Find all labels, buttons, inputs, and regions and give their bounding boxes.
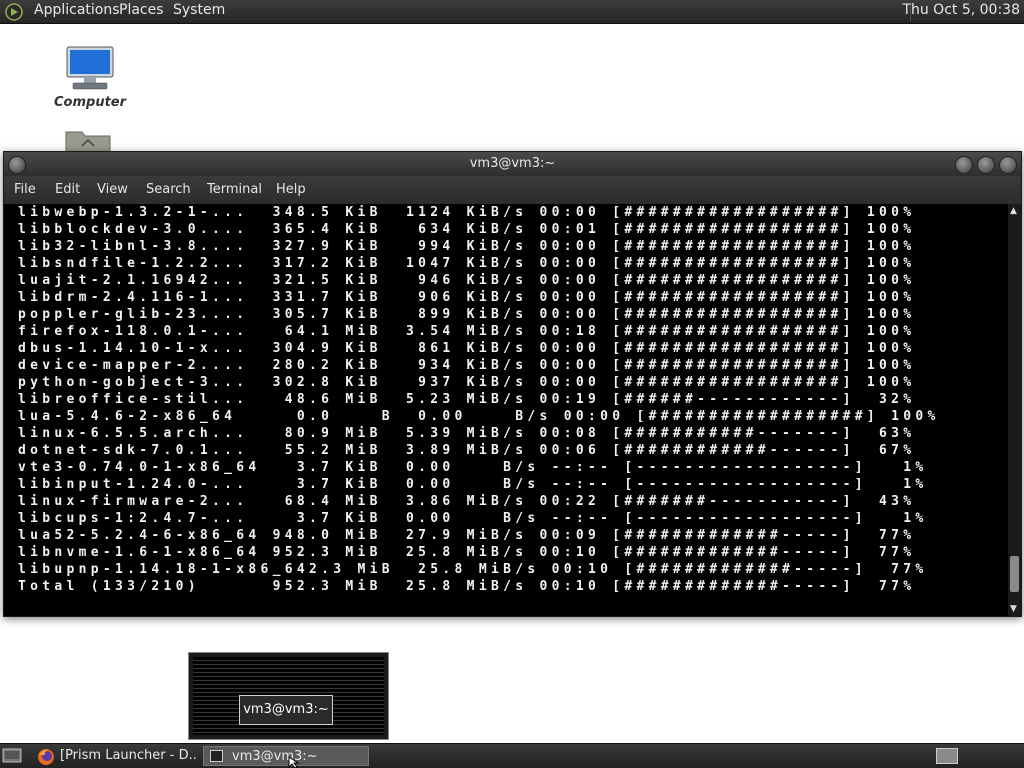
scroll-thumb[interactable] bbox=[1010, 556, 1019, 592]
taskbar-item-label: vm3@vm3:~ bbox=[232, 749, 318, 764]
scroll-up-icon[interactable]: ▲ bbox=[1010, 206, 1017, 216]
terminal-line: firefox-118.0.1-... 64.1 MiB 3.54 MiB/s … bbox=[18, 324, 916, 339]
terminal-line: libcups-1:2.4.7-... 3.7 KiB 0.00 B/s --:… bbox=[18, 511, 928, 526]
menu-terminal[interactable]: Terminal bbox=[207, 182, 262, 197]
terminal-line: luajit-2.1.16942... 321.5 KiB 946 KiB/s … bbox=[18, 273, 916, 288]
terminal-line: python-gobject-3... 302.8 KiB 937 KiB/s … bbox=[18, 375, 916, 390]
computer-icon bbox=[66, 46, 114, 90]
menu-view[interactable]: View bbox=[97, 182, 128, 197]
minimize-icon[interactable] bbox=[955, 156, 973, 174]
firefox-icon[interactable] bbox=[36, 747, 56, 766]
window-titlebar[interactable]: vm3@vm3:~ bbox=[4, 152, 1021, 176]
show-desktop-icon[interactable] bbox=[2, 747, 22, 764]
window-preview-popup[interactable]: vm3@vm3:~ bbox=[188, 652, 389, 740]
terminal-line: libupnp-1.14.18-1-x86_642.3 MiB 25.8 MiB… bbox=[18, 562, 928, 577]
terminal-line: libblockdev-3.0.... 365.4 KiB 634 KiB/s … bbox=[18, 222, 916, 237]
terminal-line: device-mapper-2.... 280.2 KiB 934 KiB/s … bbox=[18, 358, 916, 373]
distro-logo-icon[interactable] bbox=[5, 3, 23, 21]
terminal-line: lua52-5.2.4-6-x86_64 948.0 MiB 27.9 MiB/… bbox=[18, 528, 916, 543]
terminal-line: libwebp-1.3.2-1-... 348.5 KiB 1124 KiB/s… bbox=[18, 205, 916, 220]
terminal-icon bbox=[210, 750, 223, 762]
taskbar-item-terminal[interactable]: vm3@vm3:~ bbox=[203, 746, 369, 766]
maximize-icon[interactable] bbox=[977, 156, 995, 174]
terminal-line: libinput-1.24.0-... 3.7 KiB 0.00 B/s --:… bbox=[18, 477, 928, 492]
terminal-total-line: Total (133/210) 952.3 MiB 25.8 MiB/s 00:… bbox=[18, 579, 916, 594]
window-title: vm3@vm3:~ bbox=[469, 156, 556, 171]
terminal-window: vm3@vm3:~ File Edit View Search Terminal… bbox=[3, 151, 1022, 617]
terminal-scrollbar[interactable]: ▲ ▼ bbox=[1008, 204, 1021, 616]
desktop-icon-computer[interactable]: Computer bbox=[54, 45, 126, 110]
scroll-down-icon[interactable]: ▼ bbox=[1010, 604, 1017, 614]
workspace-switcher[interactable] bbox=[936, 748, 958, 764]
terminal-line: dotnet-sdk-7.0.1... 55.2 MiB 3.89 MiB/s … bbox=[18, 443, 916, 458]
terminal-line: libnvme-1.6-1-x86_64 952.3 MiB 25.8 MiB/… bbox=[18, 545, 916, 560]
window-menu-icon[interactable] bbox=[8, 156, 26, 174]
mouse-cursor-icon bbox=[288, 757, 300, 768]
clock[interactable]: Thu Oct 5, 00:38 bbox=[902, 2, 1020, 18]
desktop-icon-label: Computer bbox=[54, 95, 127, 110]
terminal-line: libsndfile-1.2.2... 317.2 KiB 1047 KiB/s… bbox=[18, 256, 916, 271]
bottom-taskbar: [Prism Launcher - D... vm3@vm3:~ bbox=[0, 743, 1024, 768]
menu-search[interactable]: Search bbox=[146, 182, 191, 197]
terminal-line: linux-6.5.5.arch... 80.9 MiB 5.39 MiB/s … bbox=[18, 426, 916, 441]
terminal-line: libreoffice-stil... 48.6 MiB 5.23 MiB/s … bbox=[18, 392, 916, 407]
terminal-line: dbus-1.14.10-1-x... 304.9 KiB 861 KiB/s … bbox=[18, 341, 916, 356]
system-menu[interactable]: System bbox=[173, 2, 225, 18]
taskbar-item-prism-launcher[interactable]: [Prism Launcher - D... bbox=[60, 746, 198, 766]
menu-help[interactable]: Help bbox=[276, 182, 306, 197]
terminal-line: poppler-glib-23.... 305.7 KiB 899 KiB/s … bbox=[18, 307, 916, 322]
close-icon[interactable] bbox=[999, 156, 1017, 174]
menu-edit[interactable]: Edit bbox=[55, 182, 80, 197]
top-panel: Applications Places System Thu Oct 5, 00… bbox=[0, 0, 1024, 24]
menu-file[interactable]: File bbox=[14, 182, 36, 197]
terminal-line: lib32-libnl-3.8.... 327.9 KiB 994 KiB/s … bbox=[18, 239, 916, 254]
terminal-output[interactable]: libwebp-1.3.2-1-... 348.5 KiB 1124 KiB/s… bbox=[4, 204, 1008, 616]
terminal-line: lua-5.4.6-2-x86_64 0.0 B 0.00 B/s 00:00 … bbox=[18, 409, 940, 424]
places-menu[interactable]: Places bbox=[119, 2, 164, 18]
applications-menu[interactable]: Applications bbox=[34, 2, 120, 18]
terminal-line: linux-firmware-2... 68.4 MiB 3.86 MiB/s … bbox=[18, 494, 916, 509]
terminal-line: libdrm-2.4.116-1... 331.7 KiB 906 KiB/s … bbox=[18, 290, 916, 305]
window-preview-label: vm3@vm3:~ bbox=[239, 695, 333, 725]
terminal-line: vte3-0.74.0-1-x86_64 3.7 KiB 0.00 B/s --… bbox=[18, 460, 928, 475]
terminal-menubar: File Edit View Search Terminal Help bbox=[4, 176, 1021, 204]
